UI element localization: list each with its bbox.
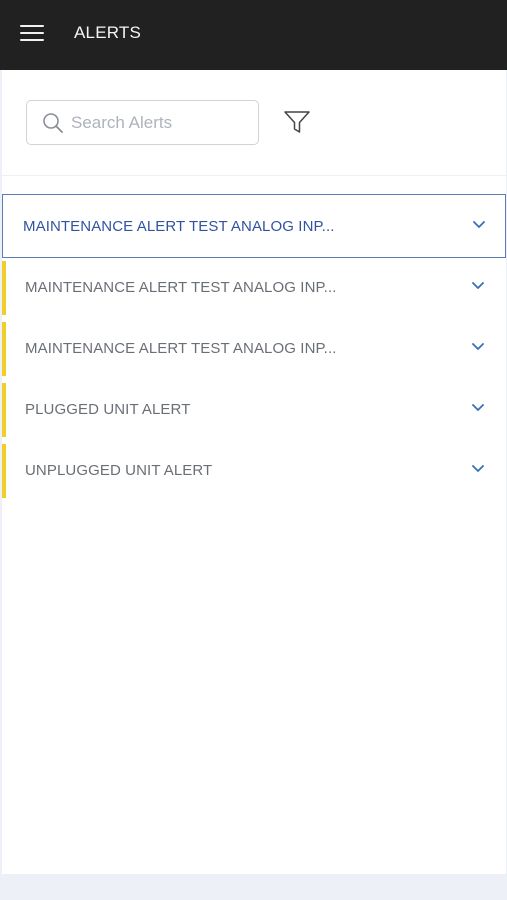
chevron-down-icon[interactable] bbox=[472, 404, 484, 412]
alert-item[interactable]: UNPLUGGED UNIT ALERT bbox=[2, 441, 506, 502]
alert-stripe bbox=[2, 383, 6, 437]
alert-label: MAINTENANCE ALERT TEST ANALOG INP... bbox=[23, 218, 335, 235]
toolbar bbox=[2, 70, 506, 176]
alerts-panel: MAINTENANCE ALERT TEST ANALOG INP... MAI… bbox=[2, 70, 506, 874]
alert-stripe bbox=[2, 444, 6, 498]
alert-item[interactable]: MAINTENANCE ALERT TEST ANALOG INP... bbox=[2, 319, 506, 380]
search-box[interactable] bbox=[26, 100, 259, 145]
hamburger-menu-icon[interactable] bbox=[20, 23, 45, 43]
app-root: ALERTS MAINTENANCE ALERT TEST ANALOG INP… bbox=[0, 0, 507, 900]
search-icon bbox=[43, 113, 63, 133]
alert-item-active[interactable]: MAINTENANCE ALERT TEST ANALOG INP... bbox=[2, 194, 506, 258]
chevron-down-icon[interactable] bbox=[473, 221, 485, 229]
alert-item[interactable]: MAINTENANCE ALERT TEST ANALOG INP... bbox=[2, 258, 506, 319]
alert-item[interactable]: PLUGGED UNIT ALERT bbox=[2, 380, 506, 441]
search-input[interactable] bbox=[71, 109, 251, 137]
alert-label: MAINTENANCE ALERT TEST ANALOG INP... bbox=[25, 340, 337, 357]
alert-label: MAINTENANCE ALERT TEST ANALOG INP... bbox=[25, 279, 337, 296]
alert-stripe bbox=[2, 322, 6, 376]
page-title: ALERTS bbox=[74, 23, 142, 42]
chevron-down-icon[interactable] bbox=[472, 282, 484, 290]
chevron-down-icon[interactable] bbox=[472, 343, 484, 351]
alert-stripe bbox=[2, 261, 6, 315]
alert-list: MAINTENANCE ALERT TEST ANALOG INP... MAI… bbox=[2, 193, 506, 502]
alert-label: PLUGGED UNIT ALERT bbox=[25, 401, 191, 418]
alert-label: UNPLUGGED UNIT ALERT bbox=[25, 462, 213, 479]
chevron-down-icon[interactable] bbox=[472, 465, 484, 473]
filter-icon[interactable] bbox=[283, 109, 311, 135]
app-header: ALERTS bbox=[0, 0, 507, 70]
